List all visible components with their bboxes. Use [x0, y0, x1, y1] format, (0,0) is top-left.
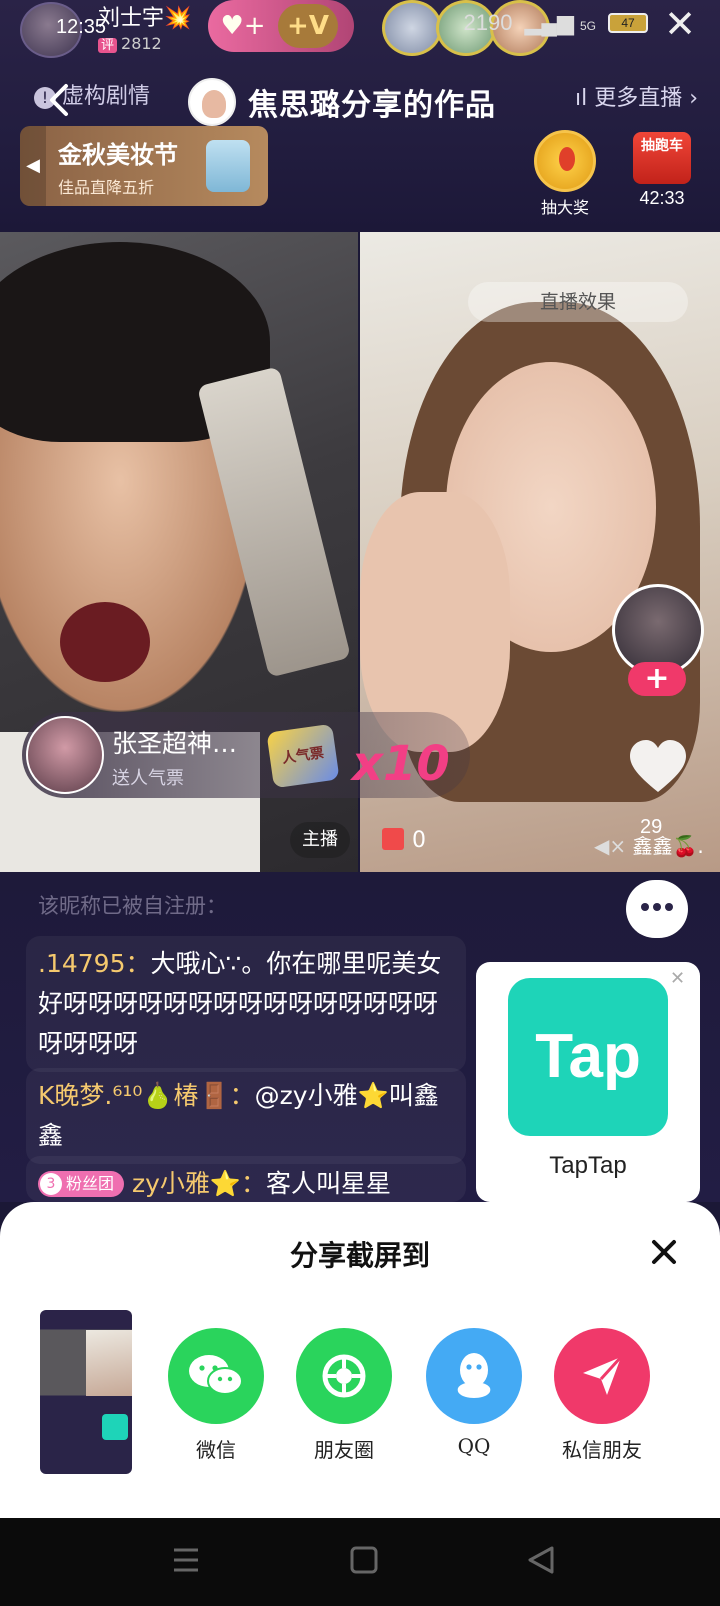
share-qq-label: QQ [457, 1434, 491, 1458]
promo-title: 金秋美妆节 [58, 140, 178, 169]
menu-icon[interactable] [166, 1540, 206, 1580]
host-rating-badge: 评 [98, 38, 118, 53]
lottery-label: 抽大奖 [540, 198, 589, 217]
more-live-button[interactable]: ıl 更多直播 › [575, 80, 698, 112]
gift-sender-name: 张圣超神… [112, 729, 238, 758]
bars-icon: ıl [574, 86, 595, 111]
follow-host-pill[interactable]: ♥+ +V [208, 0, 354, 52]
send-icon [554, 1328, 650, 1424]
share-moments-label: 朋友圈 [314, 1438, 374, 1462]
sharer-avatar [188, 78, 236, 126]
wechat-icon [168, 1328, 264, 1424]
work-title: 焦思璐分享的作品 [248, 88, 496, 123]
ad-close-icon[interactable]: ✕ [670, 968, 685, 989]
mute-icon[interactable]: ◀× [594, 834, 626, 858]
screenshot-thumbnail[interactable] [40, 1310, 132, 1474]
gift-counter[interactable]: 0 [382, 828, 426, 853]
qq-icon [426, 1328, 522, 1424]
vip-icon: +V [278, 4, 338, 48]
heart-icon[interactable] [626, 736, 690, 800]
host-fans-value: 2812 [121, 34, 162, 53]
chat-system-message: 该昵称已被自注册： [38, 894, 227, 918]
heart-plus-icon: ♥+ [220, 11, 266, 41]
status-bar-right: 2190 ▂▄▆ 5G 47 [463, 10, 648, 36]
close-icon[interactable] [648, 1236, 680, 1268]
home-icon[interactable] [344, 1540, 384, 1580]
follow-guest-button[interactable]: + [628, 662, 686, 696]
host-mouth [60, 602, 150, 682]
moments-icon [296, 1328, 392, 1424]
ad-app-name: TapTap [549, 1152, 627, 1179]
close-live-icon[interactable]: ✕ [664, 2, 696, 46]
fan-level: 3 [40, 1173, 62, 1195]
chat-username[interactable]: zy小雅⭐： [132, 1169, 266, 1198]
perfume-icon [206, 140, 250, 192]
share-wechat-label: 微信 [196, 1438, 236, 1462]
share-private-message-label: 私信朋友 [562, 1438, 642, 1462]
signal-type: 5G [579, 19, 596, 33]
raffle-gift-icon: 抽跑车 [633, 132, 691, 184]
live-effect-label: 直播效果 [468, 282, 688, 322]
back-nav-icon[interactable] [522, 1540, 562, 1580]
viewer-count[interactable]: 2190 [463, 10, 512, 36]
popularity-ticket-icon: 人气票 [266, 723, 340, 789]
share-private-message-button[interactable]: 私信朋友 [552, 1328, 652, 1463]
shared-work-header: 焦思璐分享的作品 [188, 78, 496, 126]
back-icon[interactable] [40, 80, 80, 120]
raffle-button[interactable]: 抽跑车 42:33 [628, 132, 696, 209]
chevron-right-icon: › [682, 86, 698, 111]
chat-username[interactable]: .14795： [38, 949, 150, 978]
host-name[interactable]: 刘士宇💥 [98, 0, 191, 32]
promo-card[interactable]: ◀ 金秋美妆节 佳品直降五折 [20, 126, 268, 206]
promo-subtitle: 佳品直降五折 [58, 177, 155, 197]
gift-description: 送人气票 [112, 768, 184, 789]
lottery-coin-icon [534, 130, 596, 192]
chat-text: 客人叫星星 [266, 1169, 392, 1198]
share-wechat-button[interactable]: 微信 [166, 1328, 266, 1463]
share-sheet-title: 分享截屏到 [289, 1239, 430, 1272]
chat-message[interactable]: .14795：大哦心∵。你在哪里呢美女好呀呀呀呀呀呀呀呀呀呀呀呀呀呀呀呀呀呀呀 [26, 936, 466, 1072]
chat-message[interactable]: K晚梦.⁶¹⁰🍐椿🚪：@zy小雅⭐叫鑫鑫 [26, 1068, 466, 1164]
fan-club-badge: 3 粉丝团 [38, 1171, 125, 1197]
guest-name-tag: ◀× 鑫鑫🍒. [594, 830, 704, 859]
guest-name: 鑫鑫🍒. [632, 834, 704, 858]
gift-count: x10 [352, 736, 450, 792]
gift-sender-avatar[interactable] [26, 716, 104, 794]
chat-message[interactable]: 3 粉丝团 zy小雅⭐：客人叫星星 [26, 1156, 466, 1202]
more-live-label: 更多直播 [594, 86, 683, 111]
share-qq-button[interactable]: QQ [424, 1328, 524, 1458]
taptap-logo: Tap [508, 978, 668, 1136]
collapse-arrow-icon[interactable]: ◀ [20, 126, 46, 206]
host-fans-count: 评 2812 [98, 34, 162, 53]
anchor-label: 主播 [290, 822, 350, 858]
signal-icon: ▂▄▆ 5G [524, 10, 596, 35]
battery-icon: 47 [608, 13, 648, 33]
share-moments-button[interactable]: 朋友圈 [294, 1328, 394, 1463]
gift-icon [382, 828, 404, 850]
viewer-avatar [382, 0, 442, 56]
fan-club-label: 粉丝团 [66, 1174, 115, 1193]
gift-counter-value: 0 [412, 828, 426, 853]
lottery-button[interactable]: 抽大奖 [530, 130, 600, 218]
raffle-timer: 42:33 [639, 188, 685, 208]
chat-username[interactable]: K晚梦.⁶¹⁰🍐椿🚪： [38, 1081, 255, 1110]
chat-bubble-icon[interactable] [626, 880, 688, 938]
